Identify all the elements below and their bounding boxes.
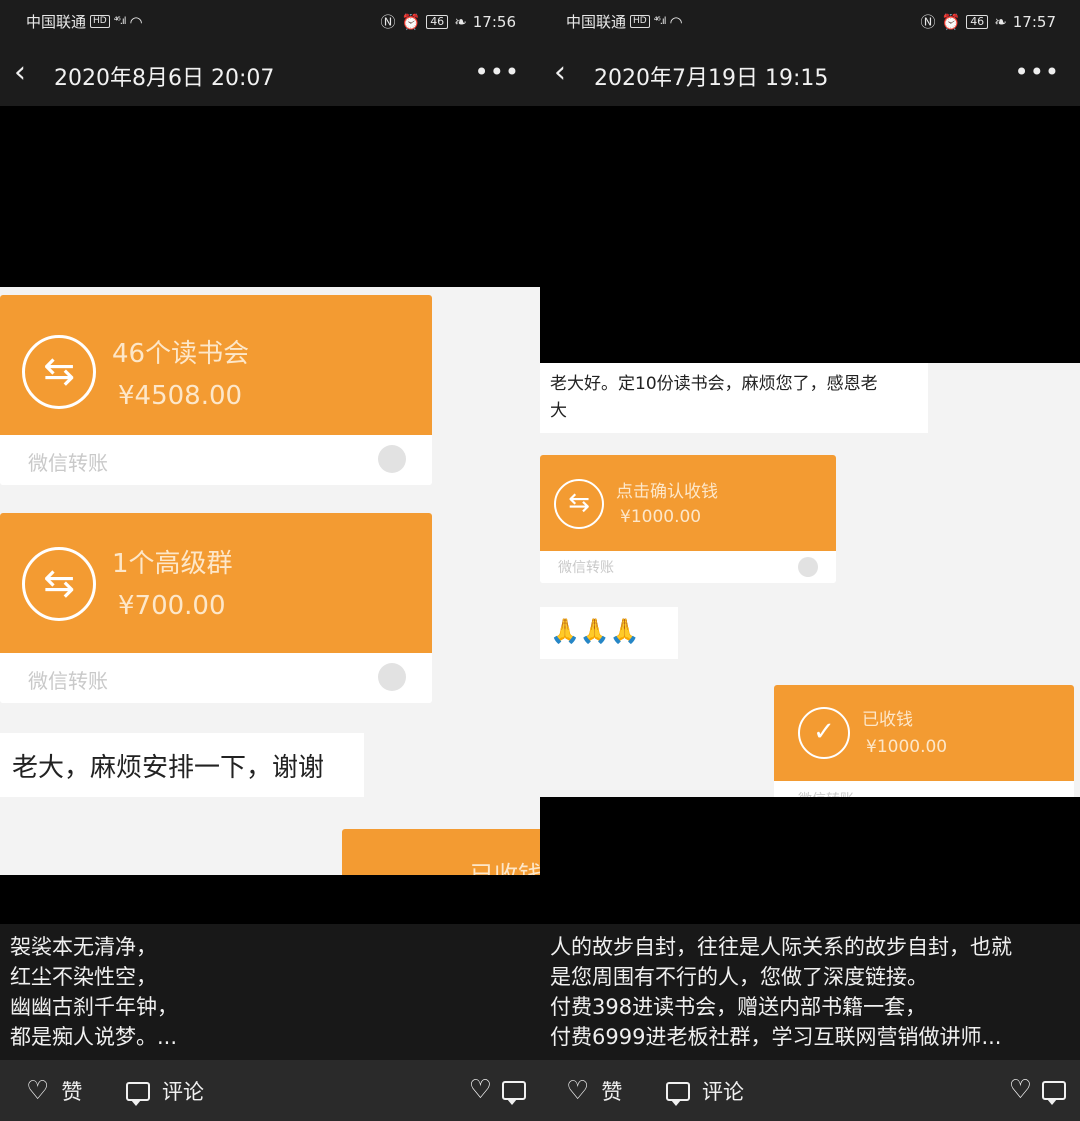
clock-time: 17:57 (1012, 12, 1056, 31)
transfer-label: 微信转账 (798, 789, 854, 797)
comment-icon[interactable] (502, 1080, 526, 1105)
transfer-card: ⇆ 1个高级群 ¥700.00 微信转账 (0, 513, 432, 703)
comment-button[interactable]: 评论 (126, 1076, 204, 1106)
chevron-left-icon[interactable]: ‹ (14, 56, 44, 90)
comment-icon (666, 1081, 690, 1106)
leaf-icon: ❧ (994, 12, 1007, 31)
carrier-label: 中国联通 (26, 13, 87, 31)
received-name: 已收钱 (862, 710, 913, 730)
wifi-icon: ◠ (129, 12, 143, 31)
battery-icon: 46 (966, 14, 989, 29)
moment-panel-left: 中国联通 HD ⁴⁶.ıl ◠ Ⓝ ⏰ 46 ❧ 17:56 ‹ 2020年8月… (0, 0, 540, 1121)
moment-caption: 人的故步自封，往往是人际关系的故步自封，也就 是您周围有不行的人，您做了深度链接… (540, 924, 1080, 1060)
swap-arrows-icon: ⇆ (22, 335, 96, 409)
carrier-label: 中国联通 (566, 13, 627, 31)
wechat-pay-icon (378, 445, 406, 473)
received-card: ✓ 已收钱 ¥1000.00 微信转账 (774, 685, 1074, 797)
received-card-partial: 已收钱 (342, 829, 540, 875)
like-button[interactable]: ♡ 赞 (566, 1076, 622, 1106)
nfc-icon: Ⓝ (380, 13, 396, 31)
nfc-icon: Ⓝ (920, 13, 936, 31)
wifi-icon: ◠ (669, 12, 683, 31)
comment-icon (126, 1081, 150, 1106)
heart-icon[interactable]: ♡ (469, 1076, 492, 1104)
comment-label: 评论 (162, 1080, 204, 1104)
alarm-icon: ⏰ (401, 12, 421, 31)
transfer-label: 微信转账 (558, 560, 614, 576)
swap-arrows-icon: ⇆ (22, 547, 96, 621)
received-amount: ¥1000.00 (866, 737, 948, 757)
heart-icon: ♡ (26, 1076, 50, 1106)
caption-line: 幽幽古刹千年钟， (10, 995, 178, 1019)
transfer-amount: ¥1000.00 (620, 507, 702, 527)
comment-label: 评论 (702, 1080, 744, 1104)
caption-line: 袈裟本无清净， (10, 935, 157, 959)
like-button[interactable]: ♡ 赞 (26, 1076, 82, 1106)
caption-line: 付费398进读书会，赠送内部书籍一套， (550, 995, 927, 1019)
signal-icon: ⁴⁶.ıl (653, 16, 667, 27)
alarm-icon: ⏰ (941, 12, 961, 31)
action-bar: ♡ 赞 评论 ♡ (540, 1060, 1080, 1121)
page-title: 2020年8月6日 20:07 (54, 66, 275, 91)
heart-icon[interactable]: ♡ (1009, 1076, 1032, 1104)
transfer-name: 46个读书会 (112, 339, 250, 369)
transfer-label: 微信转账 (28, 451, 108, 475)
check-circle-icon: ✓ (798, 707, 850, 759)
hd-badge: HD (630, 15, 650, 28)
emoji-message: 🙏🙏🙏 (540, 607, 678, 659)
comment-button[interactable]: 评论 (666, 1076, 744, 1106)
moment-caption: 袈裟本无清净， 红尘不染性空， 幽幽古刹千年钟， 都是痴人说梦。... (0, 924, 540, 1060)
leaf-icon: ❧ (454, 12, 467, 31)
battery-icon: 46 (426, 14, 449, 29)
more-dots-icon[interactable]: ••• (475, 58, 520, 86)
received-label: 已收钱 (470, 861, 540, 875)
heart-icon: ♡ (566, 1076, 590, 1106)
nav-bar: ‹ 2020年8月6日 20:07 ••• (0, 40, 540, 106)
status-bar: 中国联通 HD ⁴⁶.ıl ◠ Ⓝ ⏰ 46 ❧ 17:57 (540, 0, 1080, 40)
caption-line: 都是痴人说梦。... (10, 1025, 178, 1049)
signal-icon: ⁴⁶.ıl (113, 16, 127, 27)
chat-screenshot-image: ⇆ 46个读书会 ¥4508.00 微信转账 ⇆ 1个高级群 ¥700.00 微… (0, 287, 540, 875)
caption-line: 是您周围有不行的人，您做了深度链接。 (550, 965, 928, 989)
transfer-label: 微信转账 (28, 669, 108, 693)
page-title: 2020年7月19日 19:15 (594, 66, 829, 91)
transfer-card: ⇆ 点击确认收钱 ¥1000.00 微信转账 (540, 455, 836, 583)
nav-bar: ‹ 2020年7月19日 19:15 ••• (540, 40, 1080, 106)
clock-time: 17:56 (472, 12, 516, 31)
chat-screenshot-image: 老大好。定10份读书会，麻烦您了，感恩老 大 ⇆ 点击确认收钱 ¥1000.00… (540, 363, 1080, 797)
moment-panel-right: 中国联通 HD ⁴⁶.ıl ◠ Ⓝ ⏰ 46 ❧ 17:57 ‹ 2020年7月… (540, 0, 1080, 1121)
chevron-left-icon[interactable]: ‹ (554, 56, 584, 90)
hd-badge: HD (90, 15, 110, 28)
caption-line: 红尘不染性空， (10, 965, 157, 989)
more-dots-icon[interactable]: ••• (1015, 58, 1060, 86)
caption-line: 人的故步自封，往往是人际关系的故步自封，也就 (550, 935, 1012, 959)
transfer-amount: ¥700.00 (118, 591, 226, 621)
caption-line: 付费6999进老板社群，学习互联网营销做讲师... (550, 1025, 1002, 1049)
transfer-card: ⇆ 46个读书会 ¥4508.00 微信转账 (0, 295, 432, 485)
action-bar: ♡ 赞 评论 ♡ (0, 1060, 540, 1121)
transfer-name: 1个高级群 (112, 549, 233, 579)
status-bar: 中国联通 HD ⁴⁶.ıl ◠ Ⓝ ⏰ 46 ❧ 17:56 (0, 0, 540, 40)
wechat-pay-icon (378, 663, 406, 691)
chat-message: 老大好。定10份读书会，麻烦您了，感恩老 大 (540, 363, 928, 433)
transfer-name: 点击确认收钱 (616, 482, 718, 502)
like-label: 赞 (601, 1080, 623, 1104)
wechat-pay-icon (798, 557, 818, 577)
like-label: 赞 (61, 1080, 83, 1104)
comment-icon[interactable] (1042, 1080, 1066, 1105)
transfer-amount: ¥4508.00 (118, 381, 243, 411)
swap-arrows-icon: ⇆ (554, 479, 604, 529)
chat-message: 老大，麻烦安排一下，谢谢 (0, 733, 364, 797)
